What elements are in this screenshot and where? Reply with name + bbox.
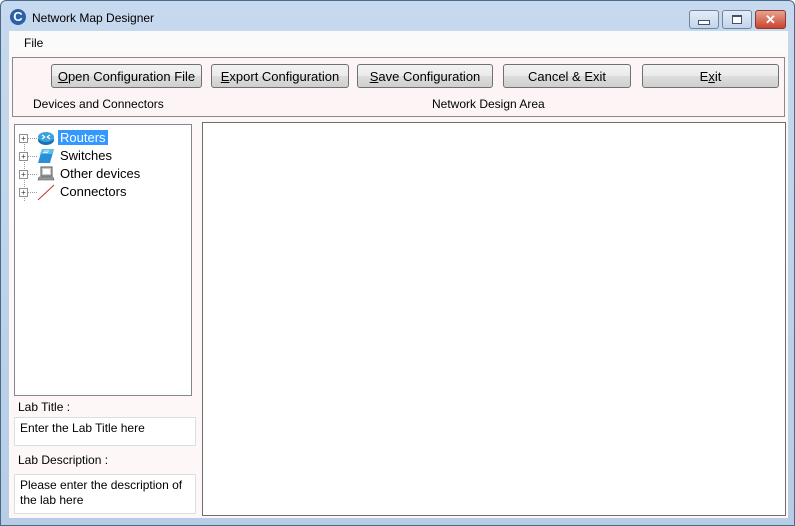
window-title: Network Map Designer <box>32 11 155 25</box>
tree-branch-line <box>28 174 37 175</box>
title-bar[interactable]: C Network Map Designer ✕ <box>1 1 794 31</box>
device-tree[interactable]: + Routers + Switches + Other devices + C… <box>14 124 192 396</box>
button-label-pre: E <box>699 68 709 84</box>
export-configuration-button[interactable]: Export Configuration <box>211 64 349 88</box>
mnemonic: S <box>369 68 379 84</box>
switch-icon <box>38 149 54 163</box>
expand-icon[interactable]: + <box>19 170 28 179</box>
minimize-button[interactable] <box>689 10 719 29</box>
app-window: C Network Map Designer ✕ File Open Confi… <box>0 0 795 526</box>
button-label: Cancel & Exit <box>527 68 607 84</box>
mnemonic: E <box>220 68 230 84</box>
tree-branch-line <box>28 156 37 157</box>
app-logo-icon: C <box>10 9 26 25</box>
tree-label: Switches <box>60 148 113 163</box>
client-area: File Open Configuration File Export Conf… <box>9 31 788 518</box>
devices-and-connectors-label: Devices and Connectors <box>33 97 164 111</box>
expand-icon[interactable]: + <box>19 188 28 197</box>
cancel-and-exit-button[interactable]: Cancel & Exit <box>503 64 631 88</box>
lab-title-label: Lab Title : <box>18 400 71 414</box>
open-configuration-file-button[interactable]: Open Configuration File <box>51 64 202 88</box>
tree-label: Other devices <box>60 166 141 181</box>
mnemonic: O <box>57 68 68 84</box>
tree-item-routers[interactable]: + Routers <box>15 129 185 147</box>
computer-icon <box>37 166 55 181</box>
close-icon: ✕ <box>765 12 776 27</box>
toolbar-panel: Open Configuration File Export Configura… <box>12 57 785 117</box>
lab-title-input[interactable] <box>14 417 196 446</box>
connector-icon <box>37 184 55 200</box>
button-label-rest: it <box>714 68 722 84</box>
menu-bar: File <box>9 31 788 53</box>
expand-icon[interactable]: + <box>19 152 28 161</box>
button-label: ave Configuration <box>378 68 481 84</box>
lab-description-input[interactable] <box>14 474 196 514</box>
tree-item-switches[interactable]: + Switches <box>15 147 185 165</box>
maximize-icon <box>732 15 742 24</box>
exit-button[interactable]: Ex it <box>642 64 779 88</box>
tree-branch-line <box>28 138 37 139</box>
network-design-area-label: Network Design Area <box>432 97 545 111</box>
expand-icon[interactable]: + <box>19 134 28 143</box>
network-design-canvas[interactable] <box>202 122 786 516</box>
menu-file[interactable]: File <box>24 36 43 50</box>
lab-description-label: Lab Description : <box>18 453 109 467</box>
button-label: xport Configuration <box>229 68 340 84</box>
button-label: pen Configuration File <box>67 68 196 84</box>
router-icon <box>38 132 54 145</box>
tree-branch-line <box>28 192 37 193</box>
tree-label: Connectors <box>60 184 127 199</box>
save-configuration-button[interactable]: Save Configuration <box>357 64 493 88</box>
minimize-icon <box>698 20 710 25</box>
maximize-button[interactable] <box>722 10 752 29</box>
tree-item-other-devices[interactable]: + Other devices <box>15 165 185 183</box>
close-button[interactable]: ✕ <box>755 10 786 29</box>
tree-item-connectors[interactable]: + Connectors <box>15 183 185 201</box>
tree-label: Routers <box>58 130 108 145</box>
